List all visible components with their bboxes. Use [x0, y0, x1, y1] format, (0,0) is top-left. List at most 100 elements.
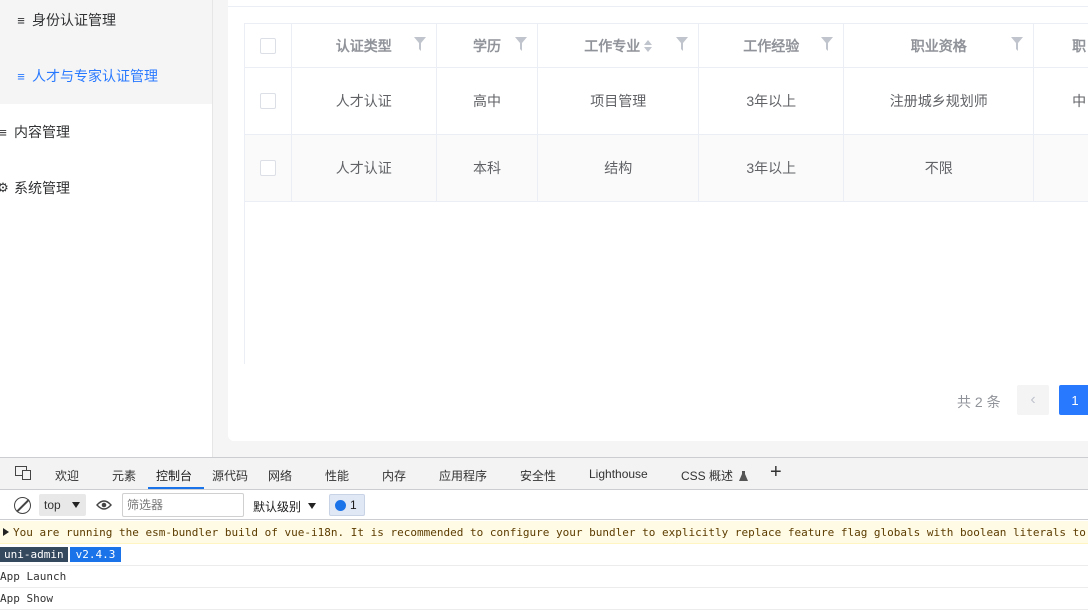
sidebar: ≡ 身份认证管理 ≡ 人才与专家认证管理 ≡ 内容管理 ⚙ 系统管理	[0, 0, 213, 457]
issues-count: 1	[350, 498, 357, 512]
filter-icon[interactable]	[821, 37, 834, 51]
row-checkbox[interactable]	[259, 160, 276, 176]
table-cell: 结构	[538, 135, 700, 202]
console-tag: uni-admin	[0, 547, 68, 562]
flask-icon	[739, 471, 749, 481]
console-message: App Launch	[0, 570, 67, 583]
context-value: top	[44, 498, 61, 512]
filter-icon[interactable]	[1011, 37, 1024, 51]
sort-icon[interactable]	[644, 39, 653, 52]
filter-icon[interactable]	[676, 37, 689, 51]
tab-application[interactable]: 应用程序	[439, 467, 487, 484]
header-checkbox-cell	[245, 24, 292, 68]
console-message: You are running the esm-bundler build of…	[13, 525, 1086, 539]
select-all-checkbox[interactable]	[259, 37, 276, 54]
tab-welcome[interactable]: 欢迎	[55, 467, 79, 484]
console-line: App Show	[0, 588, 1088, 610]
table-cell: 本科	[436, 135, 539, 202]
header-label: 工作专业	[584, 37, 641, 54]
eye-icon[interactable]	[96, 499, 112, 511]
message-icon	[335, 499, 346, 511]
tab-css-overview[interactable]: CSS 概述	[681, 467, 749, 484]
devtools-panel: 欢迎 元素 控制台 源代码 网络 性能 内存 应用程序 安全性 Lighthou…	[0, 457, 1088, 611]
pagination-total: 共 2 条	[957, 394, 1001, 410]
pagination-prev-button[interactable]: ‹	[1017, 385, 1049, 415]
header-label: 职业资格	[910, 37, 967, 54]
header-label: 职	[1072, 37, 1087, 54]
issues-badge[interactable]: 1	[329, 494, 365, 516]
header-cell: 学历	[436, 24, 539, 68]
sidebar-item-label: 系统管理	[14, 180, 70, 196]
table-cell: 不限	[844, 135, 1035, 202]
console-line: App Launch	[0, 566, 1088, 588]
tab-performance[interactable]: 性能	[325, 467, 349, 484]
expand-triangle-icon[interactable]	[3, 528, 9, 536]
tab-label: CSS 概述	[681, 469, 734, 483]
table-cell: 注册城乡规划师	[844, 68, 1035, 135]
header-cell: 职业资格	[844, 24, 1035, 68]
header-cell: 职	[1034, 24, 1088, 68]
tab-elements[interactable]: 元素	[112, 467, 136, 484]
sidebar-item-system[interactable]: ⚙ 系统管理	[0, 168, 208, 208]
caret-down-icon	[308, 503, 316, 509]
more-tools-button[interactable]: +	[770, 461, 782, 484]
header-cell: 工作专业	[538, 24, 700, 68]
sidebar-item-identity-auth[interactable]: ≡ 身份认证管理	[0, 0, 212, 40]
console-warning[interactable]: You are running the esm-bundler build of…	[0, 521, 1088, 544]
data-table: 认证类型 学历 工作专业 工作经验 职业资格 职 人才认证 高中 项目管理 3年…	[244, 23, 1088, 202]
clear-console-icon[interactable]	[14, 497, 31, 514]
console-output: You are running the esm-bundler build of…	[0, 521, 1088, 610]
header-label: 学历	[473, 37, 502, 54]
tab-network[interactable]: 网络	[268, 467, 292, 484]
chevron-left-icon: ‹	[1030, 391, 1036, 408]
tab-memory[interactable]: 内存	[382, 467, 406, 484]
row-checkbox[interactable]	[259, 93, 276, 109]
divider	[228, 6, 1088, 7]
filter-icon[interactable]	[413, 37, 426, 51]
table-cell: 3年以上	[699, 135, 845, 202]
pagination-page-button[interactable]: 1	[1059, 385, 1088, 415]
context-select[interactable]: top	[39, 494, 86, 516]
menu-icon: ≡	[17, 68, 25, 84]
tab-lighthouse[interactable]: Lighthouse	[589, 467, 648, 481]
console-tag-version: v2.4.3	[69, 547, 122, 562]
tab-console[interactable]: 控制台	[156, 467, 192, 484]
sidebar-item-label: 内容管理	[14, 124, 70, 140]
sidebar-item-content[interactable]: ≡ 内容管理	[0, 112, 208, 152]
table-header: 认证类型 学历 工作专业 工作经验 职业资格 职	[245, 24, 1088, 68]
device-toggle-icon[interactable]	[15, 466, 31, 480]
header-cell: 工作经验	[699, 24, 845, 68]
table-row[interactable]: 人才认证 高中 项目管理 3年以上 注册城乡规划师 中	[245, 68, 1088, 135]
devtools-tabbar: 欢迎 元素 控制台 源代码 网络 性能 内存 应用程序 安全性 Lighthou…	[0, 458, 1088, 490]
tab-security[interactable]: 安全性	[520, 467, 556, 484]
row-checkbox-cell	[245, 135, 292, 202]
tab-sources[interactable]: 源代码	[212, 467, 248, 484]
row-checkbox-cell	[245, 68, 292, 135]
console-toolbar: top 默认级别 1	[0, 491, 1088, 520]
header-label: 认证类型	[335, 37, 392, 54]
caret-down-icon	[72, 502, 80, 508]
sidebar-item-label: 人才与专家认证管理	[32, 68, 158, 84]
table-cell: 项目管理	[538, 68, 700, 135]
active-tab-indicator	[148, 487, 204, 489]
header-cell: 认证类型	[291, 24, 437, 68]
table-cell: 中	[1034, 68, 1088, 135]
table-border	[244, 200, 245, 364]
table-cell: 人才认证	[291, 68, 437, 135]
menu-icon: ≡	[0, 124, 7, 140]
table-cell: 3年以上	[699, 68, 845, 135]
sidebar-item-label: 身份认证管理	[32, 12, 116, 28]
table-cell	[1034, 135, 1088, 202]
table-cell: 人才认证	[291, 135, 437, 202]
table-row[interactable]: 人才认证 本科 结构 3年以上 不限	[245, 135, 1088, 202]
console-line: uni-admin v2.4.3	[0, 544, 1088, 566]
table-cell: 高中	[436, 68, 539, 135]
filter-input[interactable]	[122, 493, 244, 517]
log-level-select[interactable]: 默认级别	[253, 498, 301, 515]
sidebar-item-talent-expert-auth[interactable]: ≡ 人才与专家认证管理	[0, 56, 212, 96]
filter-icon[interactable]	[515, 37, 528, 51]
gear-icon: ⚙	[0, 180, 9, 195]
header-label: 工作经验	[743, 37, 800, 54]
console-message: App Show	[0, 592, 53, 605]
menu-icon: ≡	[17, 12, 25, 28]
